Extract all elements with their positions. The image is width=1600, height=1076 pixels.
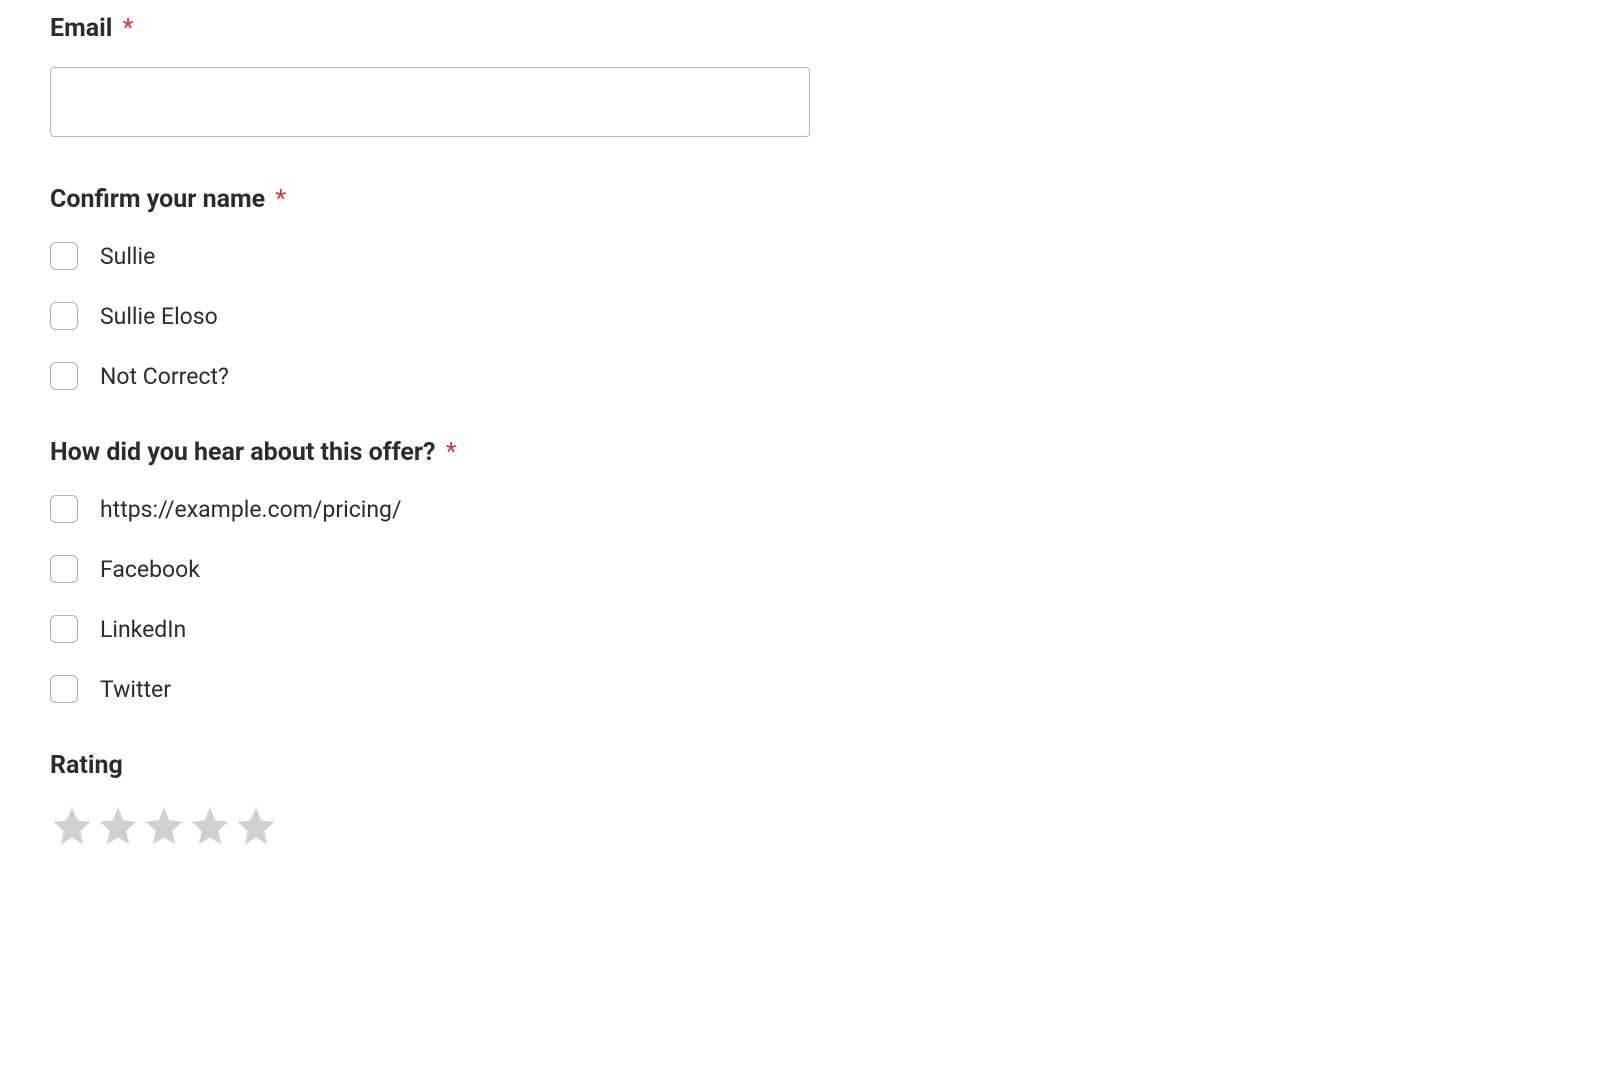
confirm-name-checkbox-1[interactable] bbox=[50, 302, 78, 330]
confirm-name-option: Sullie Eloso bbox=[50, 302, 1550, 330]
hear-about-option: Facebook bbox=[50, 555, 1550, 583]
star-icon[interactable] bbox=[50, 804, 94, 848]
required-marker: * bbox=[123, 14, 134, 43]
required-marker: * bbox=[446, 438, 457, 467]
required-marker: * bbox=[275, 185, 286, 214]
confirm-name-checkbox-2[interactable] bbox=[50, 362, 78, 390]
hear-about-option-label[interactable]: Twitter bbox=[100, 676, 171, 703]
star-icon[interactable] bbox=[142, 804, 186, 848]
hear-about-option: Twitter bbox=[50, 675, 1550, 703]
star-icon[interactable] bbox=[188, 804, 232, 848]
email-label: Email * bbox=[50, 14, 1550, 43]
confirm-name-field-wrapper: Confirm your name * Sullie Sullie Eloso … bbox=[50, 185, 1550, 390]
confirm-name-option: Not Correct? bbox=[50, 362, 1550, 390]
hear-about-option-label[interactable]: https://example.com/pricing/ bbox=[100, 496, 401, 523]
hear-about-label: How did you hear about this offer? * bbox=[50, 438, 1550, 467]
email-input[interactable] bbox=[50, 67, 810, 137]
confirm-name-option: Sullie bbox=[50, 242, 1550, 270]
confirm-name-option-label[interactable]: Sullie bbox=[100, 243, 155, 270]
rating-field-wrapper: Rating bbox=[50, 751, 1550, 848]
confirm-name-option-label[interactable]: Not Correct? bbox=[100, 363, 229, 390]
hear-about-checkbox-2[interactable] bbox=[50, 615, 78, 643]
rating-stars bbox=[50, 804, 1550, 848]
hear-about-options: https://example.com/pricing/ Facebook Li… bbox=[50, 495, 1550, 703]
hear-about-option: LinkedIn bbox=[50, 615, 1550, 643]
star-icon[interactable] bbox=[96, 804, 140, 848]
email-field-wrapper: Email * bbox=[50, 14, 1550, 137]
confirm-name-label: Confirm your name * bbox=[50, 185, 1550, 214]
hear-about-option-label[interactable]: Facebook bbox=[100, 556, 200, 583]
hear-about-label-text: How did you hear about this offer? bbox=[50, 438, 435, 467]
star-icon[interactable] bbox=[234, 804, 278, 848]
hear-about-checkbox-0[interactable] bbox=[50, 495, 78, 523]
hear-about-field-wrapper: How did you hear about this offer? * htt… bbox=[50, 438, 1550, 703]
rating-label-text: Rating bbox=[50, 751, 123, 780]
hear-about-checkbox-1[interactable] bbox=[50, 555, 78, 583]
email-label-text: Email bbox=[50, 14, 112, 43]
confirm-name-options: Sullie Sullie Eloso Not Correct? bbox=[50, 242, 1550, 390]
hear-about-option: https://example.com/pricing/ bbox=[50, 495, 1550, 523]
hear-about-checkbox-3[interactable] bbox=[50, 675, 78, 703]
confirm-name-option-label[interactable]: Sullie Eloso bbox=[100, 303, 218, 330]
confirm-name-checkbox-0[interactable] bbox=[50, 242, 78, 270]
rating-label: Rating bbox=[50, 751, 1550, 780]
hear-about-option-label[interactable]: LinkedIn bbox=[100, 616, 186, 643]
confirm-name-label-text: Confirm your name bbox=[50, 185, 265, 214]
